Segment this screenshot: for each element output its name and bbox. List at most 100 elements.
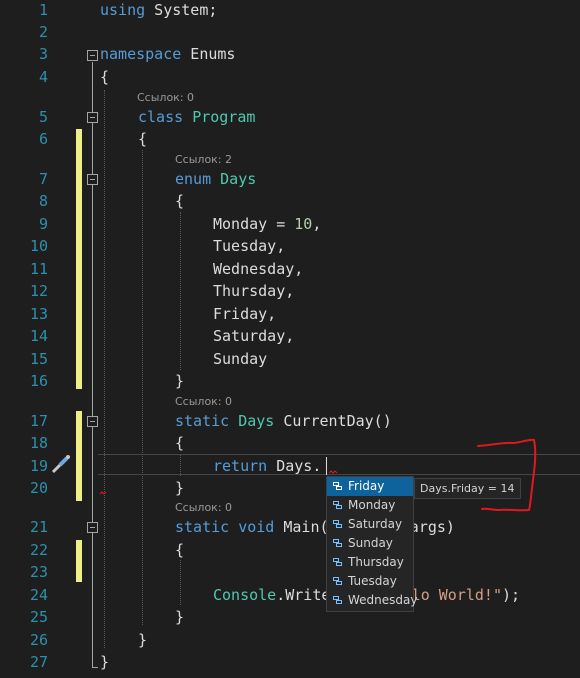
enum-member-icon: [333, 539, 342, 547]
code-line: {: [175, 541, 184, 559]
autocomplete-item[interactable]: Saturday: [327, 515, 413, 534]
autocomplete-label: Tuesday: [348, 574, 397, 588]
changed-lines-marker: [76, 411, 82, 501]
line-number: 21: [29, 518, 48, 536]
code-line: enum Days: [175, 170, 256, 188]
codelens-references[interactable]: Ссылок: 2: [175, 153, 232, 166]
line-number: 20: [29, 479, 48, 497]
line-number: 27: [29, 653, 48, 671]
enum-member-icon: [333, 520, 342, 528]
autocomplete-item[interactable]: Friday: [327, 477, 413, 496]
keyword-static: static: [175, 412, 230, 430]
line-number: 23: [29, 563, 48, 581]
method-signature: CurrentDay(): [274, 412, 392, 430]
code-line: Thursday,: [213, 282, 294, 300]
line-number: 1: [38, 1, 48, 19]
indent-guide: [180, 212, 181, 370]
line-number: 11: [29, 260, 48, 278]
enum-member-icon: [333, 596, 342, 604]
changed-lines-marker: [76, 540, 82, 582]
collapse-namespace-icon[interactable]: [87, 50, 98, 61]
autocomplete-label: Saturday: [348, 517, 403, 531]
code-line: }: [100, 653, 109, 671]
line-number: 3: [38, 45, 48, 63]
line-number: 9: [38, 215, 48, 233]
code-line: Saturday,: [213, 327, 294, 345]
return-expression: Days.: [267, 457, 322, 475]
enum-member: Wednesday,: [213, 260, 304, 278]
collapse-class-icon[interactable]: [87, 112, 98, 123]
autocomplete-item[interactable]: Wednesday: [327, 591, 417, 610]
line-number: 2: [38, 23, 48, 41]
collapse-enum-icon[interactable]: [87, 174, 98, 185]
autocomplete-item[interactable]: Thursday: [327, 553, 413, 572]
line-number: 24: [29, 586, 48, 604]
brace: }: [175, 608, 185, 626]
error-squiggle: [100, 491, 107, 495]
line-number: 25: [29, 608, 48, 626]
class-reference: Console: [213, 586, 277, 604]
autocomplete-label: Sunday: [348, 536, 393, 550]
enum-member: Friday,: [213, 305, 277, 323]
indent-guide: [104, 90, 105, 648]
line-number: 6: [38, 130, 48, 148]
collapse-method-icon[interactable]: [87, 416, 98, 427]
comma: ,: [312, 215, 322, 233]
brace: }: [100, 653, 110, 671]
method-signature: Main(: [274, 518, 329, 536]
codelens-references[interactable]: Ссылок: 0: [175, 501, 232, 514]
changed-lines-marker: [76, 129, 82, 389]
brace: {: [175, 192, 185, 210]
code-editor[interactable]: 1 2 3 4 5 6 7 8 9 10 11 12 13 14 15 16 1…: [0, 0, 580, 678]
return-type: Days: [238, 412, 275, 430]
code-line: }: [175, 372, 184, 390]
using-namespace: System;: [145, 1, 218, 19]
brace: {: [175, 541, 185, 559]
brace: }: [138, 631, 148, 649]
line-number: 16: [29, 372, 48, 390]
code-line: namespace Enums: [100, 45, 235, 63]
enum-member-icon: [333, 577, 342, 585]
code-line: class Program: [138, 108, 255, 126]
quickinfo-tooltip: Days.Friday = 14: [414, 478, 521, 499]
code-line: return Days.: [213, 457, 321, 475]
line-number: 18: [29, 434, 48, 452]
autocomplete-item[interactable]: Tuesday: [327, 572, 413, 591]
code-line: {: [175, 434, 184, 452]
collapse-main-icon[interactable]: [87, 522, 98, 533]
keyword-namespace: namespace: [100, 45, 182, 63]
autocomplete-list[interactable]: Friday Monday Saturday Sunday Thursday T…: [326, 476, 417, 612]
code-line: using System;: [100, 1, 217, 19]
line-number: 10: [29, 237, 48, 255]
code-line: static Days CurrentDay(): [175, 412, 392, 430]
line-number: 4: [38, 68, 48, 86]
autocomplete-item[interactable]: Monday: [327, 496, 413, 515]
code-line: Tuesday,: [213, 237, 285, 255]
brace: {: [175, 434, 185, 452]
line-number: 13: [29, 305, 48, 323]
number-literal: 10: [294, 215, 313, 233]
namespace-name: Enums: [181, 45, 236, 63]
keyword-void: void: [238, 518, 275, 536]
codelens-references[interactable]: Ссылок: 0: [137, 91, 194, 104]
class-name: Program: [192, 108, 256, 126]
line-number: 17: [29, 412, 48, 430]
keyword-enum: enum: [175, 170, 212, 188]
autocomplete-label: Friday: [348, 479, 385, 493]
enum-member-icon: [333, 558, 342, 566]
keyword-class: class: [138, 108, 184, 126]
enum-member-icon: [333, 482, 342, 490]
brace: {: [138, 130, 148, 148]
call-end: );: [502, 586, 521, 604]
enum-member: Sunday: [213, 350, 268, 368]
text-cursor: [326, 457, 327, 475]
code-line: Wednesday,: [213, 260, 303, 278]
codelens-references[interactable]: Ссылок: 0: [175, 395, 232, 408]
outline-line: [92, 62, 93, 668]
enum-member-icon: [333, 501, 342, 509]
quick-actions-screwdriver-icon[interactable]: [50, 453, 72, 475]
indent-guide: [180, 560, 181, 605]
keyword-static: static: [175, 518, 230, 536]
enum-member: Saturday,: [213, 327, 295, 345]
autocomplete-item[interactable]: Sunday: [327, 534, 413, 553]
